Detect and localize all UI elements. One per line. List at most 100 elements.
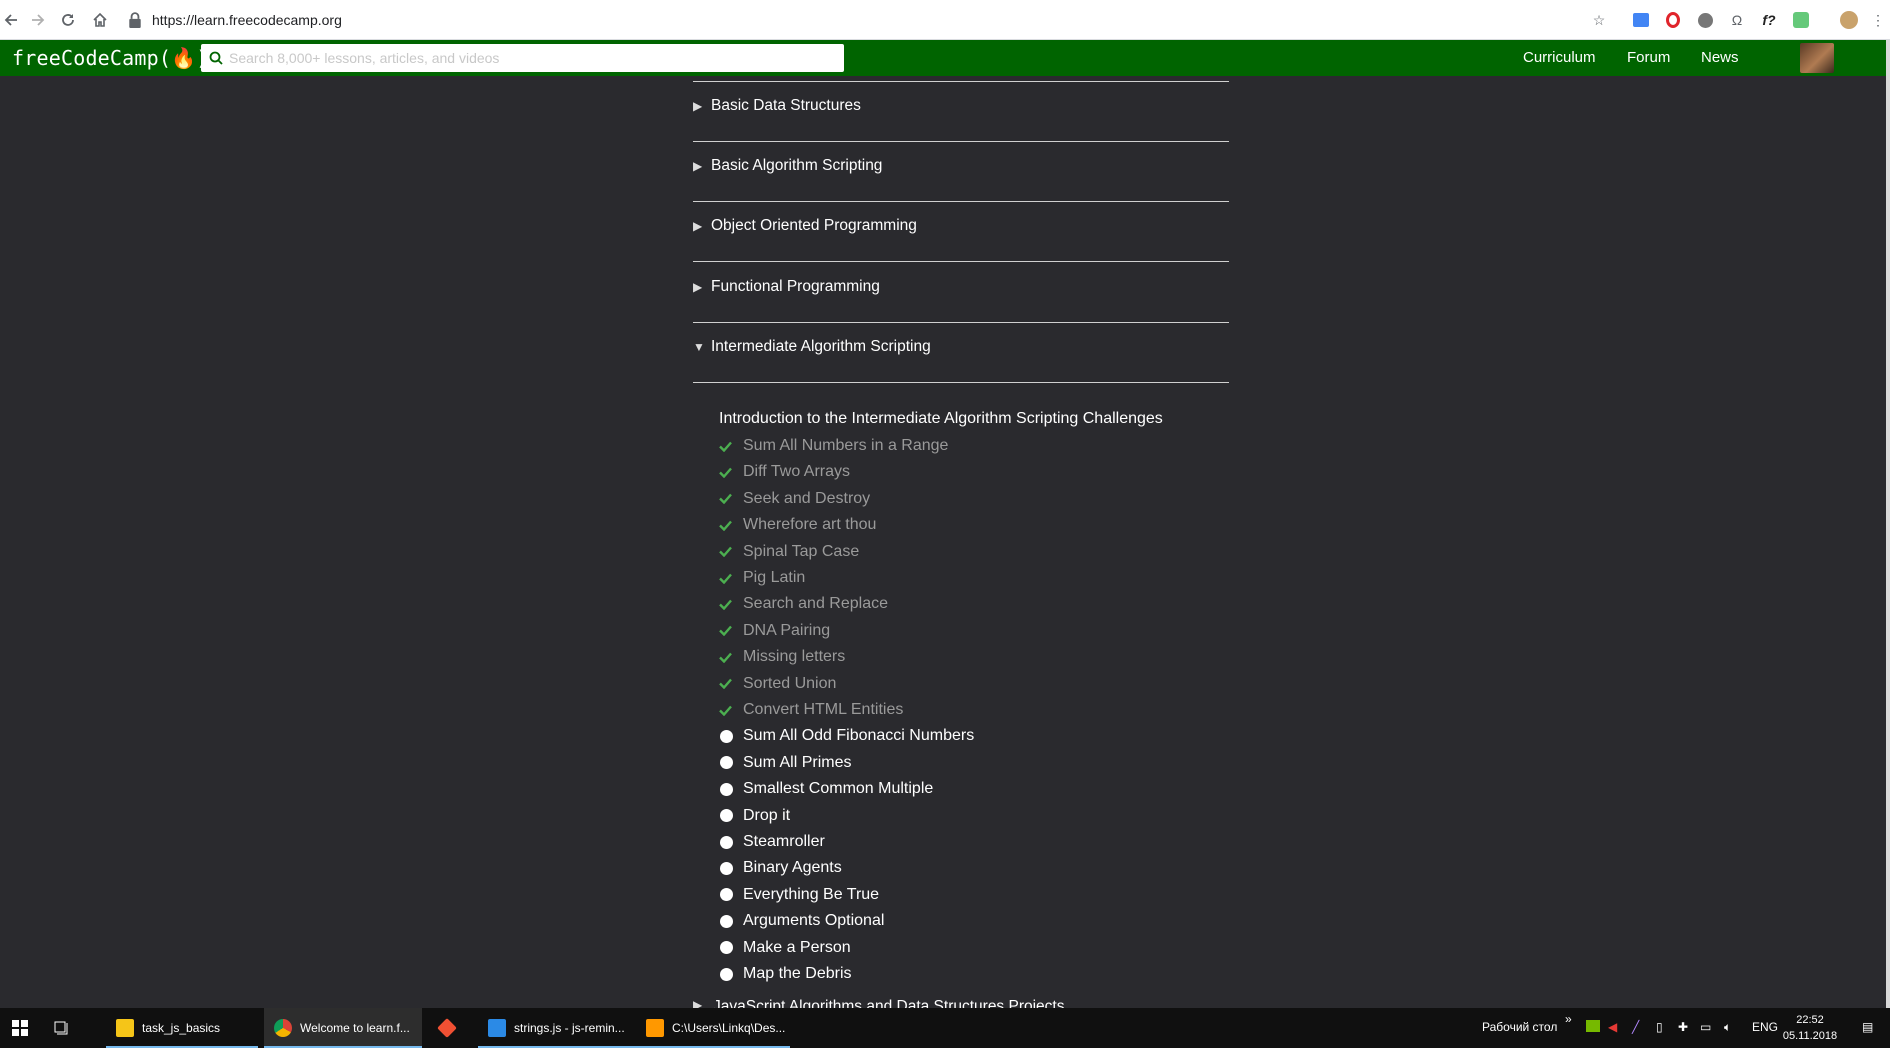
challenge-item[interactable]: Sum All Primes	[719, 753, 851, 773]
block-next-partial[interactable]: ▶ JavaScript Algorithms and Data Structu…	[693, 998, 1229, 1008]
nav-link-curriculum[interactable]: Curriculum	[1523, 49, 1596, 66]
desktop-toolbar-label[interactable]: Рабочий стол	[1482, 1020, 1557, 1034]
scrollbar[interactable]	[1886, 40, 1890, 1008]
challenge-title: Missing letters	[743, 648, 846, 666]
block-title: Basic Algorithm Scripting	[711, 157, 883, 174]
challenge-item[interactable]: Drop it	[719, 806, 790, 826]
notifications-icon[interactable]: ▤	[1862, 1020, 1873, 1034]
challenge-item[interactable]: DNA Pairing	[719, 621, 830, 641]
checkmark-icon	[719, 546, 743, 558]
challenge-item[interactable]: Steamroller	[719, 832, 825, 852]
tray-network-icon[interactable]: ▭	[1700, 1020, 1711, 1034]
chrome-icon	[274, 1019, 292, 1037]
challenge-item[interactable]: Diff Two Arrays	[719, 462, 850, 482]
expand-triangle-icon: ▶	[693, 280, 703, 294]
expand-triangle-icon: ▶	[693, 99, 703, 113]
nav-link-forum[interactable]: Forum	[1627, 49, 1670, 66]
challenge-item[interactable]: Arguments Optional	[719, 911, 884, 931]
forward-arrow-icon[interactable]	[27, 9, 49, 31]
challenge-title: Convert HTML Entities	[743, 701, 904, 718]
nav-link-news[interactable]: News	[1701, 49, 1739, 66]
checkmark-icon	[719, 678, 743, 690]
challenge-title: Diff Two Arrays	[743, 463, 850, 481]
challenge-item[interactable]: Sorted Union	[719, 674, 836, 694]
incomplete-circle-icon	[719, 888, 743, 902]
block-title: Functional Programming	[711, 278, 880, 295]
bookmark-star-icon[interactable]: ☆	[1589, 10, 1609, 30]
expand-triangle-icon: ▶	[693, 998, 703, 1008]
block-title: Object Oriented Programming	[711, 217, 917, 234]
opera-extension-icon[interactable]	[1663, 10, 1683, 30]
block-basic-algorithm-scripting[interactable]: ▶ Basic Algorithm Scripting	[693, 142, 1229, 202]
challenge-item[interactable]: Binary Agents	[719, 858, 842, 878]
address-bar[interactable]: https://learn.freecodecamp.org	[128, 7, 1618, 33]
tray-nvidia-icon[interactable]	[1586, 1020, 1600, 1035]
challenge-title: DNA Pairing	[743, 621, 831, 639]
challenge-item[interactable]: Seek and Destroy	[719, 489, 870, 509]
challenge-item[interactable]: Spinal Tap Case	[719, 542, 859, 562]
taskbar-clock[interactable]: 22:52 05.11.2018	[1780, 1012, 1840, 1044]
task-view-button[interactable]	[44, 1008, 70, 1048]
challenge-item[interactable]: Everything Be True	[719, 885, 879, 905]
taskbar-item-sublime[interactable]: C:\Users\Linkq\Des...	[636, 1008, 790, 1048]
challenge-item[interactable]: Search and Replace	[719, 594, 888, 614]
block-basic-data-structures[interactable]: ▶ Basic Data Structures	[693, 82, 1229, 142]
home-icon[interactable]	[89, 9, 111, 31]
challenge-item[interactable]: Sum All Odd Fibonacci Numbers	[719, 726, 974, 746]
challenge-title: Everything Be True	[743, 885, 880, 903]
challenge-item[interactable]: Sum All Numbers in a Range	[719, 436, 948, 456]
search-input[interactable]	[229, 50, 829, 66]
incomplete-circle-icon	[719, 941, 743, 955]
challenge-item[interactable]: Missing letters	[719, 647, 845, 667]
taskbar-item-git[interactable]	[430, 1008, 470, 1048]
taskbar-item-vscode[interactable]: strings.js - js-remin...	[478, 1008, 636, 1048]
challenge-title: Sum All Numbers in a Range	[743, 437, 949, 454]
start-button[interactable]	[0, 1008, 28, 1048]
challenge-item[interactable]: Convert HTML Entities	[719, 700, 903, 720]
back-arrow-icon[interactable]	[0, 9, 22, 31]
reload-icon[interactable]	[57, 9, 79, 31]
block-title: Intermediate Algorithm Scripting	[711, 338, 931, 355]
profile-icon[interactable]	[1839, 10, 1859, 30]
block-object-oriented-programming[interactable]: ▶ Object Oriented Programming	[693, 202, 1229, 262]
incomplete-circle-icon	[719, 756, 743, 770]
translate-extension-icon[interactable]	[1631, 10, 1651, 30]
block-title: JavaScript Algorithms and Data Structure…	[713, 998, 1065, 1008]
green-extension-icon[interactable]	[1791, 10, 1811, 30]
avatar[interactable]	[1800, 43, 1834, 73]
challenge-item[interactable]: Make a Person	[719, 938, 851, 958]
challenge-item[interactable]: Wherefore art thou	[719, 515, 876, 535]
block-functional-programming[interactable]: ▶ Functional Programming	[693, 262, 1229, 323]
tray-pen-icon[interactable]: ╱	[1632, 1020, 1639, 1034]
toolbar-chevron-icon[interactable]: »	[1565, 1012, 1572, 1026]
block-intermediate-algorithm-scripting[interactable]: ▼ Intermediate Algorithm Scripting	[693, 323, 1229, 383]
fcc-logo[interactable]: freeCodeCamp(🔥)	[12, 46, 208, 70]
block-intro-link[interactable]: Introduction to the Intermediate Algorit…	[719, 410, 1163, 428]
challenge-item[interactable]: Pig Latin	[719, 568, 805, 588]
challenge-item[interactable]: Map the Debris	[719, 964, 852, 984]
tray-battery-icon[interactable]: ▯	[1656, 1020, 1663, 1034]
incomplete-circle-icon	[719, 967, 743, 981]
tray-shield-icon[interactable]: ✚	[1678, 1020, 1688, 1034]
checkmark-icon	[719, 652, 743, 663]
language-indicator[interactable]: ENG	[1752, 1020, 1778, 1034]
omega-extension-icon[interactable]: Ω	[1727, 10, 1747, 30]
challenge-title: Drop it	[743, 806, 791, 824]
tray-speaker-red-icon[interactable]: ◀	[1608, 1020, 1617, 1034]
menu-icon[interactable]: ⋮	[1868, 10, 1888, 30]
taskbar-item-label: task_js_basics	[142, 1021, 221, 1035]
taskbar-item-label: Welcome to learn.f...	[300, 1021, 410, 1035]
challenge-title: Arguments Optional	[743, 912, 885, 930]
search-box[interactable]	[201, 44, 844, 72]
function-extension-icon[interactable]: f?	[1759, 10, 1779, 30]
vscode-icon	[488, 1019, 506, 1037]
challenge-item[interactable]: Smallest Common Multiple	[719, 779, 933, 799]
taskbar-item-explorer[interactable]: task_js_basics	[106, 1008, 258, 1048]
challenge-title: Pig Latin	[743, 569, 806, 586]
checkmark-icon	[719, 467, 743, 478]
globe-extension-icon[interactable]	[1695, 10, 1715, 30]
challenge-title: Sum All Primes	[743, 753, 852, 771]
fcc-navbar: freeCodeCamp(🔥) Curriculum Forum News	[0, 40, 1890, 76]
tray-volume-icon[interactable]: 🔈︎	[1724, 1020, 1731, 1035]
taskbar-item-chrome[interactable]: Welcome to learn.f...	[264, 1008, 422, 1048]
